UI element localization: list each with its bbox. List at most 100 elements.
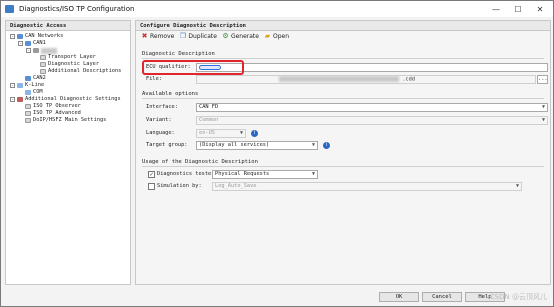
divider (142, 98, 544, 99)
maximize-button[interactable]: ☐ (507, 1, 529, 17)
tree-item-label: Transport Layer (48, 54, 96, 60)
tree-item-iso-tp-advanced[interactable]: ISO TP Advanced (25, 110, 81, 117)
file-path-field[interactable]: .cdd (196, 75, 536, 84)
network-icon (17, 34, 23, 39)
tree-item-label: Diagnostic Layer (48, 61, 100, 67)
tree-item-label: CAN2 (33, 75, 46, 81)
available-options-heading: Available options (142, 91, 544, 99)
close-button[interactable]: ✕ (529, 1, 551, 17)
language-label: Language: (146, 130, 175, 136)
divider (142, 166, 544, 167)
file-extension: .cdd (402, 76, 415, 83)
duplicate-icon: ❐ (179, 32, 186, 40)
watermark: CSDN @云顶风儿 (489, 293, 547, 301)
minimize-button[interactable]: — (485, 1, 507, 17)
tree-item-com[interactable]: COM (25, 89, 43, 96)
collapse-icon[interactable]: - (10, 97, 15, 102)
config-window: Diagnostics/ISO TP Configuration — ☐ ✕ D… (0, 0, 554, 307)
info-icon[interactable]: i (323, 142, 330, 149)
tree-item-ecu[interactable]: - (26, 47, 57, 54)
simulation-dropdown[interactable]: Log_Auto_Save ▼ (212, 182, 522, 191)
remove-button[interactable]: ✖ Remove (141, 32, 175, 41)
tree-item-label: CAN1 (33, 40, 46, 46)
diagnostics-tester-label: Diagnostics tester (157, 171, 215, 177)
app-icon (5, 5, 14, 13)
generate-button[interactable]: ⚙ Generate (222, 32, 259, 41)
tree-item-additional-settings[interactable]: - Additional Diagnostic Settings (10, 96, 121, 103)
redacted-path (279, 76, 399, 82)
tree-item-label: Additional Descriptions (48, 68, 122, 74)
tester-value: Physical Requests (215, 171, 270, 177)
simulation-label: Simulation by: (157, 183, 202, 189)
title-bar[interactable]: Diagnostics/ISO TP Configuration — ☐ ✕ (1, 1, 553, 17)
cancel-button[interactable]: Cancel (422, 292, 462, 302)
tree-item-label: ISO TP Observer (33, 103, 81, 109)
highlight-box (142, 60, 244, 75)
collapse-icon[interactable]: - (18, 41, 23, 46)
configure-description-panel: Configure Diagnostic Description ✖ Remov… (135, 20, 551, 285)
tree-item-label: ISO TP Advanced (33, 110, 81, 116)
collapse-icon[interactable]: - (10, 34, 15, 39)
diagnostic-access-panel: Diagnostic Access - CAN Networks - CAN1 … (5, 20, 131, 285)
interface-dropdown[interactable]: CAN FD ▼ (196, 103, 548, 112)
chevron-down-icon: ▼ (541, 117, 545, 123)
duplicate-button[interactable]: ❐ Duplicate (179, 32, 217, 41)
diagnostics-tester-checkbox[interactable]: ✓ (148, 171, 155, 178)
tree-item-label: DoIP/HSFZ Main Settings (33, 117, 107, 123)
tree-item-can-networks[interactable]: - CAN Networks (10, 33, 63, 40)
browse-button[interactable]: ... (537, 75, 548, 84)
open-button[interactable]: ▰ Open (264, 33, 290, 41)
duplicate-label: Duplicate (188, 33, 217, 40)
ok-button[interactable]: OK (379, 292, 419, 302)
document-icon (25, 111, 31, 116)
document-icon (25, 118, 31, 123)
diagnostics-tester-dropdown[interactable]: Physical Requests ▼ (212, 170, 318, 179)
document-icon (25, 104, 31, 109)
kline-icon (25, 90, 31, 95)
section-title: Usage of the Diagnostic Description (142, 159, 258, 165)
remove-icon: ✖ (141, 32, 148, 40)
tree-item-doip-settings[interactable]: DoIP/HSFZ Main Settings (25, 117, 106, 124)
generate-icon: ⚙ (222, 32, 229, 40)
interface-value: CAN FD (199, 104, 219, 110)
diagnostic-description-heading: Diagnostic Description (142, 51, 544, 59)
toolbar: ✖ Remove ❐ Duplicate ⚙ Generate ▰ Open (136, 31, 550, 42)
network-icon (25, 76, 31, 81)
chevron-down-icon: ▼ (311, 142, 315, 148)
collapse-icon[interactable]: - (26, 48, 31, 53)
remove-label: Remove (150, 33, 175, 40)
ecu-icon (33, 48, 39, 53)
tree-item-can2[interactable]: CAN2 (25, 75, 46, 82)
simulation-checkbox[interactable] (148, 183, 155, 190)
open-label: Open (272, 33, 290, 40)
interface-label: Interface: (146, 104, 178, 110)
info-icon[interactable]: i (251, 130, 258, 137)
target-group-dropdown[interactable]: (Display all services) ▼ (196, 141, 318, 150)
tree-item-label: Additional Diagnostic Settings (25, 96, 121, 102)
kline-icon (17, 83, 23, 88)
tree-item-diagnostic-layer[interactable]: Diagnostic Layer (40, 61, 99, 68)
language-dropdown[interactable]: en-US ▼ (196, 129, 246, 138)
tree-item-additional-descriptions[interactable]: Additional Descriptions (40, 68, 121, 75)
configure-description-header: Configure Diagnostic Description (136, 21, 550, 31)
variant-label: Variant: (146, 117, 172, 123)
target-group-value: (Display all services) (199, 142, 270, 148)
tree-item-transport-layer[interactable]: Transport Layer (40, 54, 96, 61)
simulation-value: Log_Auto_Save (215, 183, 257, 189)
collapse-icon[interactable]: - (10, 83, 15, 88)
tree-item-k-line[interactable]: - K-Line (10, 82, 44, 89)
usage-heading: Usage of the Diagnostic Description (142, 159, 544, 167)
chevron-down-icon: ▼ (311, 171, 315, 177)
variant-dropdown[interactable]: Common ▼ (196, 116, 548, 125)
chevron-down-icon: ▼ (515, 183, 519, 189)
document-icon (40, 62, 46, 67)
language-value: en-US (199, 130, 215, 136)
tree-item-label: K-Line (25, 82, 45, 88)
tree-item-can1[interactable]: - CAN1 (18, 40, 46, 47)
section-title: Available options (142, 91, 199, 97)
settings-icon (17, 97, 23, 102)
tree-item-label: CAN Networks (25, 33, 64, 39)
tree-item-iso-tp-observer[interactable]: ISO TP Observer (25, 103, 81, 110)
ecu-qualifier-field[interactable] (196, 63, 548, 72)
network-icon (25, 41, 31, 46)
